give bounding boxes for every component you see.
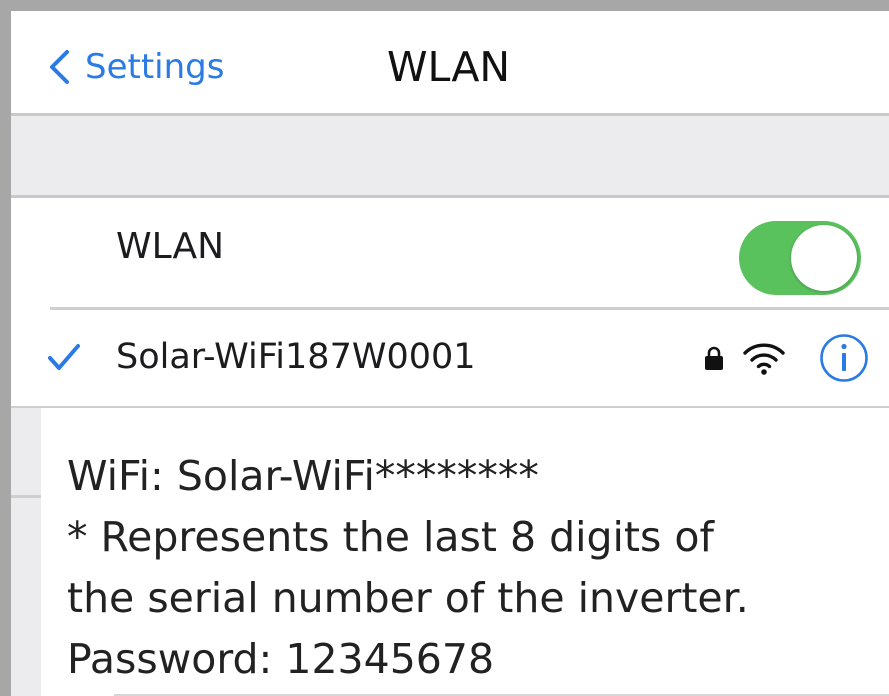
wifi-icon	[743, 343, 785, 375]
checkmark-icon	[48, 344, 80, 370]
lock-icon	[705, 346, 723, 370]
instruction-callout: WiFi: Solar-WiFi******** * Represents th…	[41, 408, 889, 696]
page-title: WLAN	[387, 43, 511, 91]
serial-note-line-2: the serial number of the inverter.	[67, 574, 749, 622]
network-row[interactable]: Solar-WiFi187W0001	[11, 310, 889, 406]
wlan-toggle[interactable]	[739, 221, 861, 295]
back-button-label: Settings	[85, 47, 225, 87]
serial-note-line-1: * Represents the last 8 digits of	[67, 513, 714, 561]
chevron-left-icon	[50, 50, 69, 84]
wlan-list: WLAN Solar-WiFi187W0001	[11, 198, 889, 409]
section-spacer	[11, 116, 889, 198]
network-name: Solar-WiFi187W0001	[116, 337, 476, 377]
back-button[interactable]: Settings	[47, 47, 224, 87]
password-instruction: Password: 12345678	[67, 635, 495, 683]
wlan-label: WLAN	[116, 226, 225, 267]
screenshot-frame: Settings WLAN WLAN Solar-WiFi187W0001 Wi…	[0, 0, 889, 696]
toggle-knob	[791, 225, 857, 291]
wlan-toggle-row: WLAN	[11, 198, 889, 298]
info-icon[interactable]	[819, 333, 869, 383]
navigation-bar: Settings WLAN	[11, 11, 889, 116]
wifi-name-instruction: WiFi: Solar-WiFi********	[67, 452, 539, 500]
